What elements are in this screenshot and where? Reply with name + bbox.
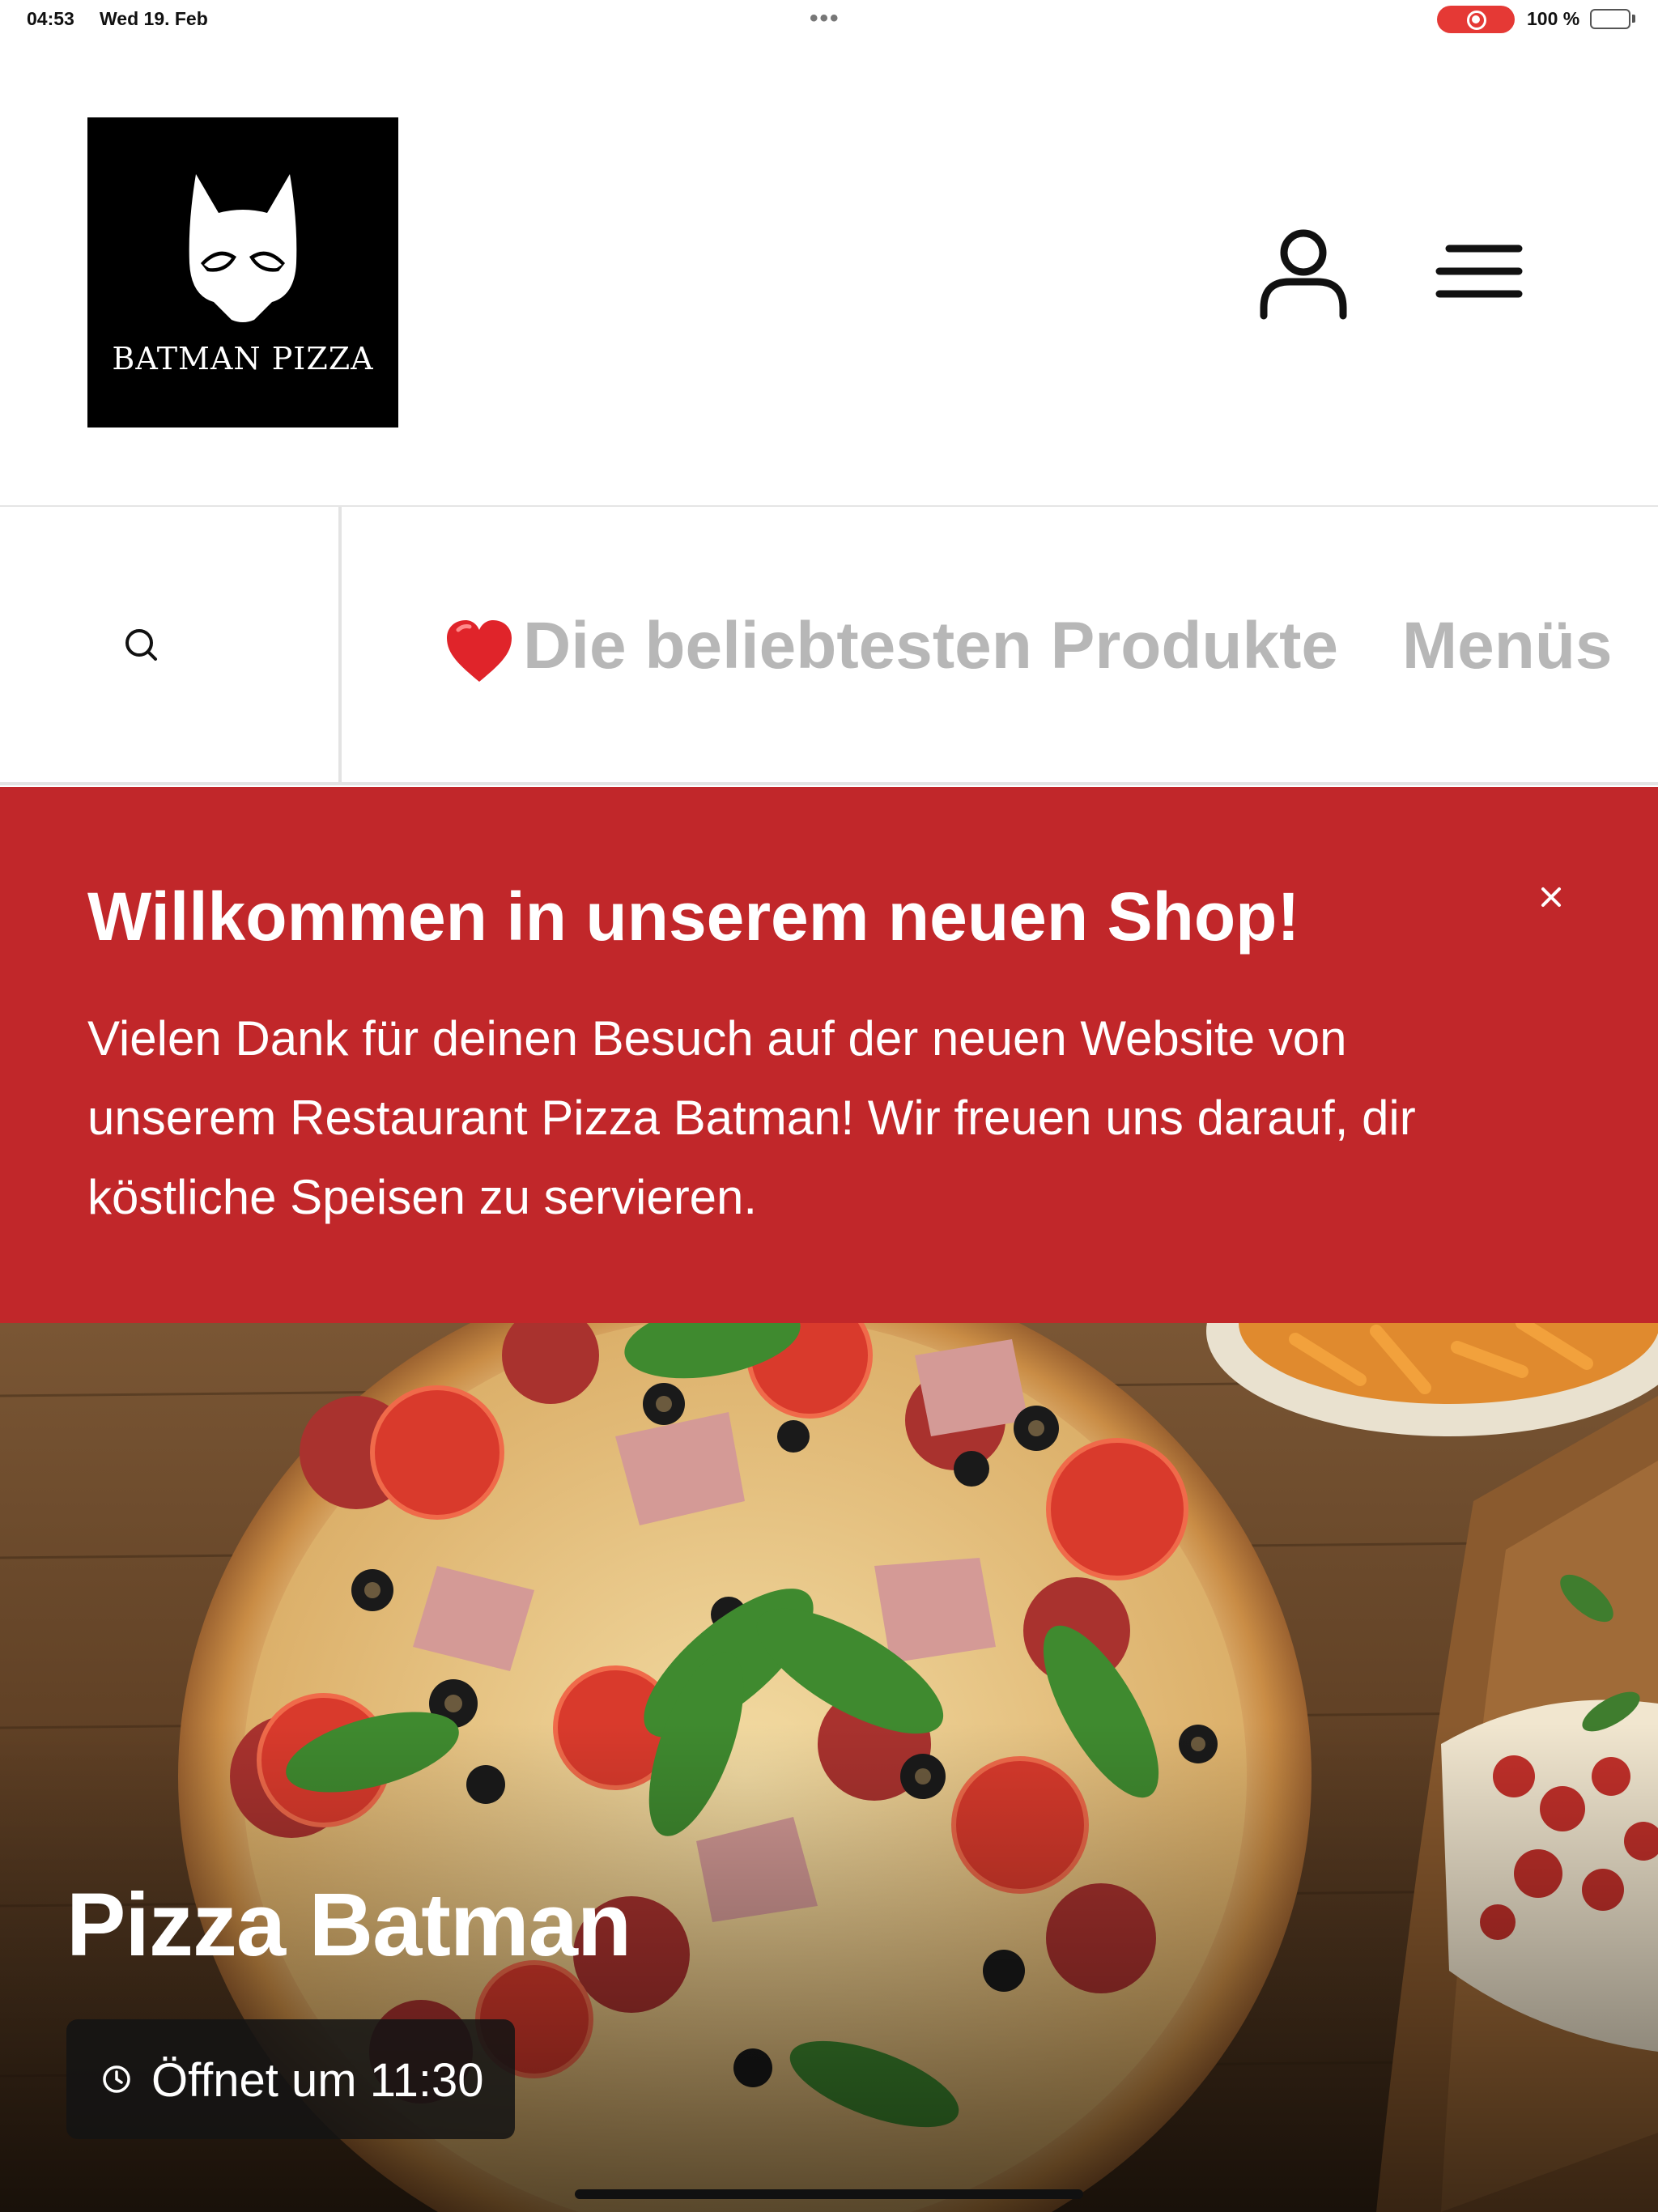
category-tabs: Die beliebtesten Produkte Menüs xyxy=(444,604,1613,685)
tab-popular-products[interactable]: Die beliebtesten Produkte xyxy=(444,608,1338,684)
hamburger-menu-icon xyxy=(1435,245,1523,298)
account-button[interactable] xyxy=(1257,225,1350,322)
status-date: Wed 19. Feb xyxy=(100,8,208,29)
search-cell xyxy=(0,507,342,782)
tab-menus-label: Menüs xyxy=(1401,609,1613,683)
hero-section: Pizza Batman Öffnet um 11:30 xyxy=(0,1323,1658,2212)
opening-status-text: Öffnet um 11:30 xyxy=(151,2054,484,2107)
close-icon xyxy=(1541,887,1561,907)
batman-pizza-logo[interactable]: BATMAN PIZZA xyxy=(87,117,398,428)
status-bar: 04:53 Wed 19. Feb ••• 100 % xyxy=(0,0,1658,39)
user-icon xyxy=(1260,229,1347,320)
banner-close-button[interactable] xyxy=(1535,881,1567,913)
multitasking-dots-icon[interactable]: ••• xyxy=(810,5,840,32)
screen-recording-icon[interactable] xyxy=(1437,6,1515,33)
banner-title: Willkommen in unserem neuen Shop! xyxy=(87,878,1300,955)
status-time: 04:53 xyxy=(27,8,74,29)
search-button[interactable] xyxy=(121,625,162,666)
menu-button[interactable] xyxy=(1435,239,1525,304)
battery-icon xyxy=(1590,9,1630,29)
battery-percentage: 100 % xyxy=(1527,8,1580,29)
search-icon xyxy=(125,629,157,661)
tab-popular-products-label: Die beliebtesten Produkte xyxy=(523,609,1339,683)
heart-icon xyxy=(447,619,512,682)
tab-menus[interactable]: Menüs xyxy=(1402,608,1613,684)
clock-icon xyxy=(103,2065,130,2093)
logo-text: BATMAN PIZZA xyxy=(112,341,374,376)
category-nav: Die beliebtesten Produkte Menüs xyxy=(0,505,1658,785)
opening-status-badge[interactable]: Öffnet um 11:30 xyxy=(66,2019,515,2139)
battery-tip xyxy=(1632,15,1635,23)
restaurant-name: Pizza Batman xyxy=(66,1875,631,1975)
welcome-banner: Willkommen in unserem neuen Shop! Vielen… xyxy=(0,787,1658,1323)
banner-text: Vielen Dank für deinen Besuch auf der ne… xyxy=(87,1011,1416,1224)
batman-mask-icon xyxy=(189,174,297,322)
home-indicator[interactable] xyxy=(575,2189,1083,2199)
